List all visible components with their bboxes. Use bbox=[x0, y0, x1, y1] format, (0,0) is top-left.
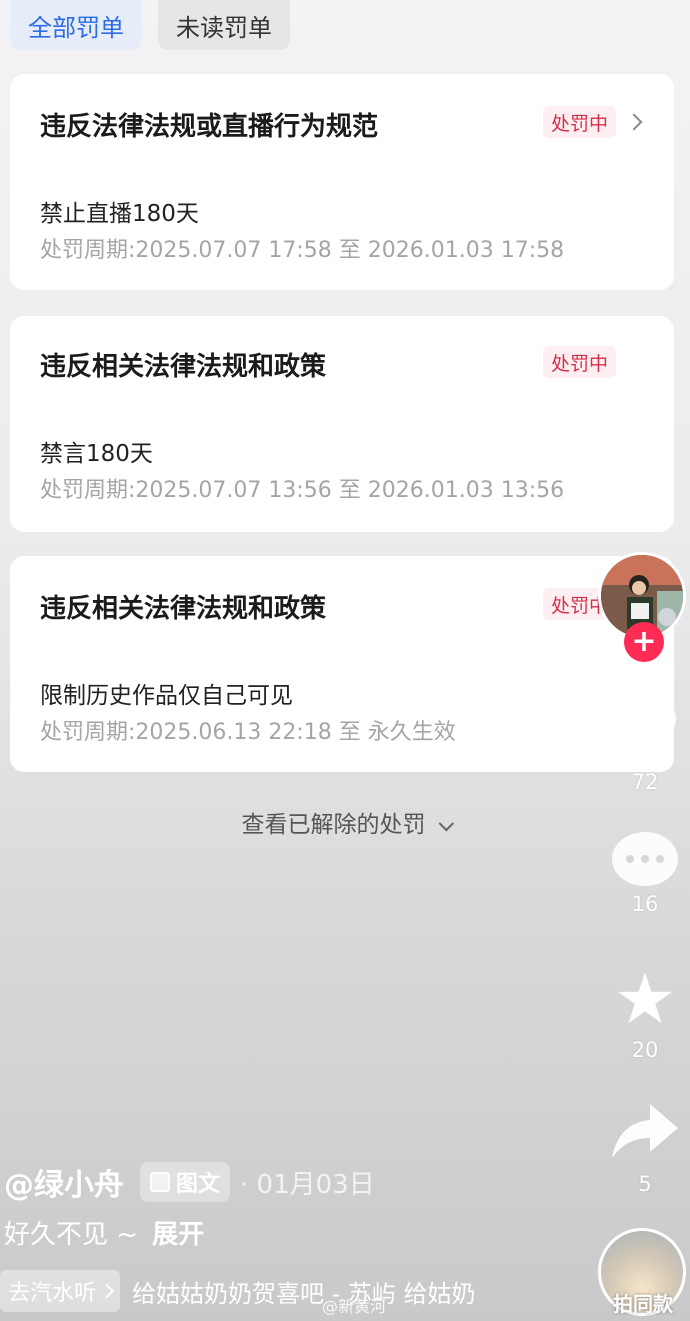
status-badge: 处罚中 bbox=[542, 106, 616, 138]
open-in-qishui-button[interactable]: 去汽水听 bbox=[0, 1270, 121, 1312]
music-row: 去汽水听 给姑姑奶奶贺喜吧 - 苏屿 给姑奶 bbox=[0, 1270, 476, 1312]
expand-button[interactable]: 展开 bbox=[152, 1220, 204, 1250]
penalty-period: 处罚周期:2025.07.07 17:58 至 2026.01.03 17:58 bbox=[40, 238, 565, 263]
post-meta-row: @绿小舟 图文 · 01月03日 bbox=[4, 1160, 375, 1204]
penalty-tabs: 全部罚单 未读罚单 bbox=[10, 0, 290, 50]
post-type-chip: 图文 bbox=[140, 1162, 231, 1202]
penalty-action: 禁言180天 bbox=[40, 441, 153, 467]
view-removed-penalties-link[interactable]: 查看已解除的处罚 bbox=[0, 805, 690, 839]
watermark: @新黄河 bbox=[322, 1297, 387, 1316]
like-button[interactable]: 72 bbox=[600, 700, 690, 794]
penalty-title: 违反相关法律法规和政策 bbox=[40, 352, 327, 382]
chevron-right-icon[interactable] bbox=[625, 113, 643, 131]
post-type-label: 图文 bbox=[176, 1172, 221, 1197]
status-badge: 处罚中 bbox=[542, 346, 616, 378]
penalty-period: 处罚周期:2025.06.13 22:18 至 永久生效 bbox=[40, 720, 456, 745]
post-caption: 好久不见 ~ 展开 bbox=[4, 1214, 204, 1251]
penalty-card[interactable]: 违反相关法律法规和政策 处罚中 限制历史作品仅自己可见 处罚周期:2025.06… bbox=[10, 556, 674, 772]
view-removed-label: 查看已解除的处罚 bbox=[241, 812, 426, 838]
favorite-button[interactable]: ★ 20 bbox=[600, 958, 690, 1062]
penalty-title: 违反法律法规或直播行为规范 bbox=[40, 112, 379, 142]
follow-plus-button[interactable]: + bbox=[624, 622, 664, 662]
star-icon: ★ bbox=[613, 958, 677, 1040]
comment-count: 16 bbox=[631, 892, 659, 916]
heart-icon bbox=[614, 702, 676, 758]
image-text-icon bbox=[150, 1172, 170, 1192]
post-date: · 01月03日 bbox=[240, 1169, 375, 1200]
same-style-button[interactable]: 拍同款 bbox=[600, 1288, 686, 1317]
share-button[interactable]: 5 bbox=[600, 1100, 690, 1196]
like-count: 72 bbox=[631, 770, 659, 794]
penalty-card[interactable]: 违反法律法规或直播行为规范 处罚中 禁止直播180天 处罚周期:2025.07.… bbox=[10, 74, 674, 290]
tab-unread-penalties[interactable]: 未读罚单 bbox=[158, 0, 290, 50]
music-chip-label: 去汽水听 bbox=[8, 1281, 97, 1306]
comment-button[interactable]: 16 bbox=[600, 832, 690, 916]
penalty-period: 处罚周期:2025.07.07 13:56 至 2026.01.03 13:56 bbox=[40, 478, 565, 503]
music-title[interactable]: 给姑姑奶奶贺喜吧 - 苏屿 给姑奶 bbox=[132, 1274, 476, 1309]
share-count: 5 bbox=[638, 1172, 652, 1196]
chevron-down-icon bbox=[438, 815, 454, 832]
penalty-action: 禁止直播180天 bbox=[40, 201, 199, 227]
author-name[interactable]: @绿小舟 bbox=[4, 1160, 124, 1204]
share-icon bbox=[612, 1104, 678, 1158]
comment-icon bbox=[612, 832, 678, 886]
penalty-action: 限制历史作品仅自己可见 bbox=[40, 683, 293, 709]
favorite-count: 20 bbox=[631, 1038, 659, 1062]
tab-all-penalties[interactable]: 全部罚单 bbox=[10, 0, 142, 50]
chevron-right-icon bbox=[99, 1283, 115, 1299]
caption-text: 好久不见 ~ bbox=[4, 1220, 139, 1250]
penalty-card[interactable]: 违反相关法律法规和政策 处罚中 禁言180天 处罚周期:2025.07.07 1… bbox=[10, 316, 674, 532]
penalty-title: 违反相关法律法规和政策 bbox=[40, 594, 327, 624]
